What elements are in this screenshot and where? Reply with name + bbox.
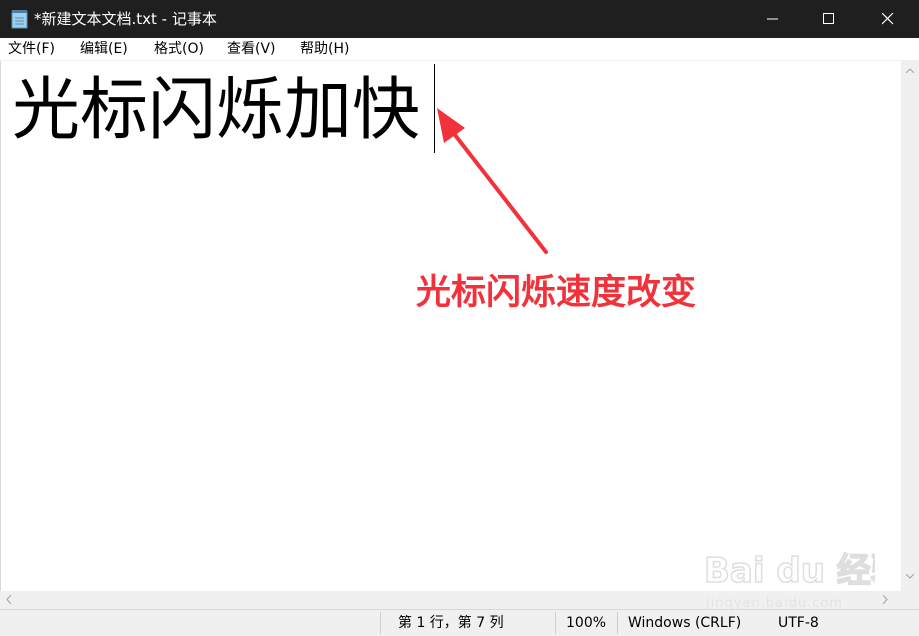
watermark-url: jingyan.baidu.com	[706, 596, 843, 611]
minimize-icon	[767, 18, 778, 20]
text-caret	[434, 64, 435, 153]
maximize-button[interactable]	[806, 0, 852, 38]
scroll-up-icon[interactable]	[906, 68, 914, 73]
menu-edit[interactable]: 编辑(E)	[80, 40, 128, 58]
baidu-watermark-logo: Bai du 经验	[703, 550, 875, 592]
vertical-scrollbar[interactable]	[901, 61, 919, 591]
annotation-label: 光标闪烁速度改变	[416, 273, 697, 313]
window-title: *新建文本文档.txt - 记事本	[34, 10, 217, 28]
text-editor[interactable]: 光标闪烁加快	[0, 61, 902, 591]
maximize-icon	[823, 13, 834, 24]
status-separator	[380, 612, 381, 634]
scrollbar-corner	[901, 591, 919, 609]
close-button[interactable]	[865, 0, 911, 38]
menu-format[interactable]: 格式(O)	[154, 40, 204, 58]
editor-content[interactable]: 光标闪烁加快	[12, 70, 420, 152]
menu-view[interactable]: 查看(V)	[227, 40, 276, 58]
minimize-button[interactable]	[750, 0, 796, 38]
status-zoom: 100%	[566, 615, 607, 631]
notepad-window: *新建文本文档.txt - 记事本 文件(F) 编辑(E) 格式(O) 查看(V…	[0, 0, 919, 636]
status-cursor-position: 第 1 行，第 7 列	[398, 615, 504, 631]
scroll-down-icon[interactable]	[906, 574, 914, 579]
menu-help[interactable]: 帮助(H)	[300, 40, 349, 58]
status-separator	[555, 612, 556, 634]
status-encoding: UTF-8	[778, 615, 819, 631]
scroll-left-icon[interactable]	[6, 595, 11, 604]
title-bar[interactable]: *新建文本文档.txt - 记事本	[0, 0, 919, 38]
menu-bar: 文件(F) 编辑(E) 格式(O) 查看(V) 帮助(H)	[0, 38, 919, 61]
menu-file[interactable]: 文件(F)	[8, 40, 55, 58]
status-separator	[617, 612, 618, 634]
scroll-right-icon[interactable]	[883, 595, 888, 604]
close-icon	[882, 13, 894, 25]
notepad-icon	[11, 10, 28, 29]
status-bar: 第 1 行，第 7 列 100% Windows (CRLF) UTF-8	[0, 609, 919, 636]
status-line-ending: Windows (CRLF)	[628, 615, 742, 631]
watermark-logo-text: Bai du 经验	[704, 551, 875, 591]
